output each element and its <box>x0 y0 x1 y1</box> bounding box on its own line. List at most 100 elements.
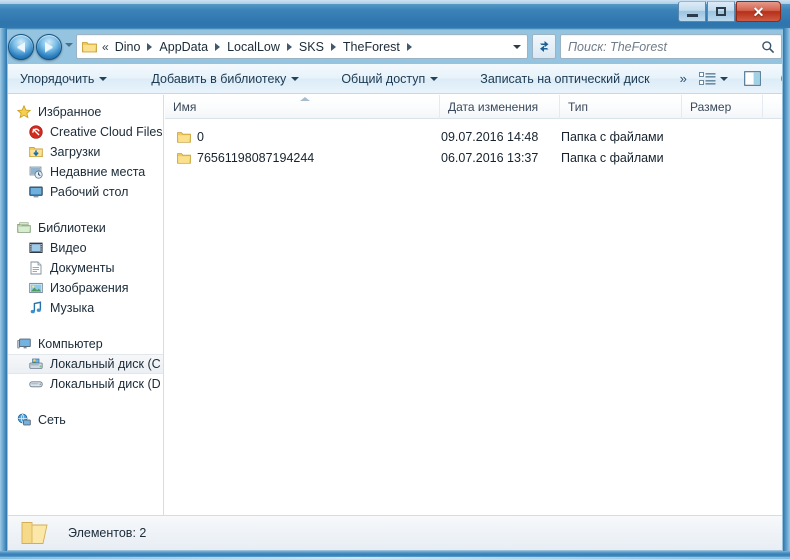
video-icon <box>28 240 44 256</box>
nav-group-gap <box>8 206 163 218</box>
arrow-right-icon <box>45 42 53 52</box>
chevron-right-icon[interactable] <box>286 42 292 51</box>
file-list-view[interactable]: Имя Дата изменения Тип Размер 0 09.07.20… <box>165 95 782 515</box>
column-header-date-modified[interactable]: Дата изменения <box>440 95 560 119</box>
sidebar-item-video[interactable]: Видео <box>8 238 163 258</box>
change-view-button[interactable] <box>692 67 735 91</box>
sidebar-label: Изображения <box>50 281 129 295</box>
item-count-label: Элементов: 2 <box>68 526 147 540</box>
preview-pane-icon <box>743 71 761 86</box>
nav-group-network: Сеть <box>8 410 163 430</box>
sidebar-item-recent-places[interactable]: Недавние места <box>8 162 163 182</box>
folder-icon <box>177 152 191 164</box>
downloads-icon <box>28 144 44 160</box>
minimize-icon <box>686 13 698 17</box>
nav-group-favorites: Избранное Creative Cloud Files Загрузки … <box>8 102 163 202</box>
file-name-label: 76561198087194244 <box>197 150 315 165</box>
star-icon <box>16 104 32 120</box>
chevron-down-icon <box>291 76 300 81</box>
sidebar-label: Библиотеки <box>38 221 106 235</box>
chevron-down-icon[interactable] <box>719 76 728 81</box>
sidebar-item-desktop[interactable]: Рабочий стол <box>8 182 163 202</box>
breadcrumb-item-locallow[interactable]: LocalLow <box>224 38 283 56</box>
music-icon <box>28 300 44 316</box>
chevron-right-icon[interactable] <box>406 42 412 51</box>
help-icon: ? <box>781 74 782 83</box>
file-date-cell: 09.07.2016 14:48 <box>441 129 539 144</box>
toolbar-overflow-button[interactable]: » <box>674 71 692 86</box>
share-label: Общий доступ <box>341 71 426 86</box>
minimize-button[interactable] <box>678 1 706 22</box>
sidebar-item-computer[interactable]: Компьютер <box>8 334 163 354</box>
pictures-icon <box>28 280 44 296</box>
maximize-button[interactable] <box>707 1 735 22</box>
organize-button[interactable]: Упорядочить <box>10 67 117 91</box>
address-bar[interactable]: « Dino AppData LocalLow SKS TheForest <box>76 34 528 59</box>
sidebar-label: Документы <box>50 261 115 275</box>
file-name-cell: 76561198087194244 <box>177 151 314 165</box>
refresh-button[interactable] <box>532 34 556 59</box>
sidebar-item-local-disk-d[interactable]: Локальный диск (D <box>8 374 163 394</box>
system-drive-icon <box>28 356 44 372</box>
recent-places-icon <box>28 164 44 180</box>
sidebar-item-pictures[interactable]: Изображения <box>8 278 163 298</box>
column-header-name-label: Имя <box>173 100 197 114</box>
chevron-right-icon[interactable] <box>147 42 153 51</box>
folder-icon <box>20 519 50 547</box>
sidebar-item-creative-cloud-files[interactable]: Creative Cloud Files <box>8 122 163 142</box>
column-header-filler <box>763 95 782 119</box>
title-bar[interactable]: ✕ <box>0 0 790 28</box>
window-left-border <box>0 28 7 559</box>
breadcrumb-item-sks[interactable]: SKS <box>296 38 327 56</box>
organize-label: Упорядочить <box>20 71 95 86</box>
command-toolbar: Упорядочить Добавить в библиотеку Общий … <box>8 64 782 94</box>
table-row[interactable]: 0 09.07.2016 14:48 Папка с файлами <box>165 127 782 146</box>
search-box[interactable]: Поиск: TheForest <box>560 34 782 59</box>
maximize-icon <box>716 7 726 16</box>
share-button[interactable]: Общий доступ <box>331 67 448 91</box>
computer-icon <box>16 336 32 352</box>
navigation-pane[interactable]: Избранное Creative Cloud Files Загрузки … <box>8 95 164 515</box>
sidebar-label: Сеть <box>38 413 66 427</box>
recent-pages-chevron-down-icon[interactable] <box>65 43 73 47</box>
explorer-window: ✕ « Dino AppData LocalLow SKS TheForest … <box>0 0 790 559</box>
sidebar-item-favorites[interactable]: Избранное <box>8 102 163 122</box>
sidebar-item-music[interactable]: Музыка <box>8 298 163 318</box>
show-preview-pane-button[interactable] <box>737 67 768 91</box>
forward-button[interactable] <box>36 34 62 60</box>
breadcrumb-item-theforest[interactable]: TheForest <box>340 38 403 56</box>
file-date-cell: 06.07.2016 13:37 <box>441 150 539 165</box>
chevron-right-icon[interactable] <box>215 42 221 51</box>
sidebar-item-documents[interactable]: Документы <box>8 258 163 278</box>
libraries-icon <box>16 220 32 236</box>
address-dropdown-chevron-down-icon[interactable] <box>513 45 521 49</box>
table-row[interactable]: 76561198087194244 06.07.2016 13:37 Папка… <box>165 148 782 167</box>
column-header-size[interactable]: Размер <box>682 95 763 119</box>
breadcrumb-overflow-chevrons[interactable]: « <box>102 40 109 54</box>
sidebar-item-network[interactable]: Сеть <box>8 410 163 430</box>
sidebar-item-libraries[interactable]: Библиотеки <box>8 218 163 238</box>
breadcrumb-item-appdata[interactable]: AppData <box>156 38 211 56</box>
close-button[interactable]: ✕ <box>736 1 781 22</box>
chevron-right-icon[interactable] <box>330 42 336 51</box>
burn-to-disc-button[interactable]: Записать на оптический диск <box>470 67 659 91</box>
nav-group-gap <box>8 398 163 410</box>
column-header-type[interactable]: Тип <box>560 95 682 119</box>
creative-cloud-icon <box>28 124 44 140</box>
window-controls: ✕ <box>678 1 781 22</box>
back-button[interactable] <box>8 34 34 60</box>
sidebar-label: Загрузки <box>50 145 101 159</box>
search-input[interactable]: Поиск: TheForest <box>568 40 761 54</box>
details-pane: Элементов: 2 <box>8 515 782 550</box>
nav-group-computer: Компьютер Локальный диск (C Локальный ди… <box>8 334 163 394</box>
breadcrumb-item-dino[interactable]: Dino <box>112 38 144 56</box>
file-name-label: 0 <box>197 129 204 144</box>
explorer-client-area: Упорядочить Добавить в библиотеку Общий … <box>7 64 783 551</box>
search-icon[interactable] <box>761 40 775 54</box>
add-to-library-button[interactable]: Добавить в библиотеку <box>141 67 309 91</box>
sidebar-item-local-disk-c[interactable]: Локальный диск (C <box>8 354 163 374</box>
sidebar-label: Компьютер <box>38 337 103 351</box>
sidebar-item-downloads[interactable]: Загрузки <box>8 142 163 162</box>
file-name-cell: 0 <box>177 130 204 144</box>
help-button[interactable]: ? <box>774 67 782 91</box>
